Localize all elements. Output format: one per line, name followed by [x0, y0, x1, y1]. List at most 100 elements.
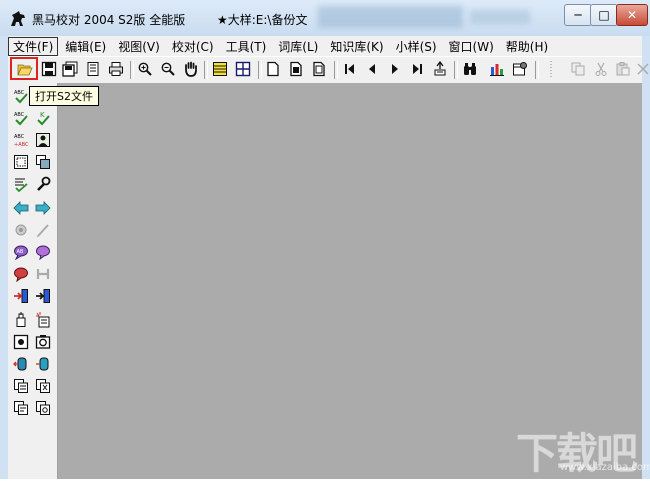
- menu-lexicon[interactable]: 词库(L): [273, 37, 323, 56]
- menu-window[interactable]: 窗口(W): [444, 37, 499, 56]
- menu-knowledge[interactable]: 知识库(K): [325, 37, 388, 56]
- menu-help[interactable]: 帮助(H): [501, 37, 553, 56]
- grip-divider: [542, 60, 560, 78]
- main-toolbar: [8, 56, 649, 84]
- wrench-button[interactable]: [34, 175, 52, 193]
- toolbar-separator: [334, 61, 338, 79]
- compare-button[interactable]: ABC +ABC: [12, 131, 30, 149]
- bottle-button[interactable]: [12, 311, 30, 329]
- cut-button[interactable]: [592, 60, 610, 78]
- zoom-out-button[interactable]: [159, 60, 177, 78]
- k-check-button[interactable]: K: [34, 109, 52, 127]
- copy-button[interactable]: [569, 60, 587, 78]
- zoom-in-icon: [138, 62, 152, 76]
- printer-icon: [109, 62, 123, 76]
- abc-replace-icon: ABC +ABC: [14, 134, 29, 148]
- capture-icon: [35, 335, 51, 349]
- floppy-disk-icon: [41, 61, 57, 77]
- statistics-button[interactable]: [488, 60, 506, 78]
- pan-button[interactable]: [182, 60, 200, 78]
- page-icon: [267, 61, 279, 77]
- page-framed-icon: [290, 61, 302, 77]
- spark-list-button[interactable]: [34, 311, 52, 329]
- pen-button[interactable]: [34, 221, 52, 239]
- delete-button[interactable]: [634, 60, 650, 78]
- svg-text:K: K: [40, 111, 45, 119]
- menu-view[interactable]: 视图(V): [113, 37, 165, 56]
- capture-button[interactable]: [34, 333, 52, 351]
- app-window: 黑马校对 2004 S2版 全能版 ★大样:E:\备份文 ─ □ ✕ 文件(F)…: [0, 0, 650, 479]
- first-page-icon: [345, 64, 354, 74]
- red-bubble-icon: [14, 267, 28, 282]
- box-button[interactable]: [12, 153, 30, 171]
- find-button[interactable]: [461, 60, 479, 78]
- doc-copy-button[interactable]: [12, 377, 30, 395]
- window-frame-left: [0, 36, 8, 479]
- zoom-in-button[interactable]: [136, 60, 154, 78]
- proof-toolbar: ABC ABC K ABC +ABC AB: [8, 83, 58, 479]
- page-facing-button[interactable]: [287, 60, 305, 78]
- comment-button[interactable]: AB: [12, 243, 30, 261]
- checkmark-button[interactable]: ABC: [12, 109, 30, 127]
- save-button[interactable]: [40, 60, 58, 78]
- spellcheck-button[interactable]: ABC: [12, 87, 30, 105]
- next-page-button[interactable]: [386, 60, 404, 78]
- goto-page-button[interactable]: [431, 60, 449, 78]
- person-button[interactable]: [34, 131, 52, 149]
- x-delete-icon: [637, 63, 649, 75]
- tile-view-button[interactable]: [234, 60, 252, 78]
- next-error-button[interactable]: [34, 199, 52, 217]
- list-check-button[interactable]: [12, 175, 30, 193]
- minimize-button[interactable]: ─: [564, 4, 592, 26]
- cylinder-right-button[interactable]: [34, 355, 52, 373]
- menu-tools[interactable]: 工具(T): [221, 37, 272, 56]
- window-frame-right: [642, 36, 650, 479]
- column-view-button[interactable]: [211, 60, 229, 78]
- menu-proofsheet[interactable]: 小样(S): [391, 37, 442, 56]
- camera-button[interactable]: [12, 333, 30, 351]
- scissors-icon: [595, 62, 607, 76]
- menu-proof[interactable]: 校对(C): [167, 37, 219, 56]
- save-all-button[interactable]: [61, 60, 79, 78]
- eye-button[interactable]: [12, 221, 30, 239]
- cylinder-icon: [36, 357, 49, 371]
- window-pair-button[interactable]: [34, 153, 52, 171]
- spark-list-icon: [36, 312, 50, 328]
- comment-alt-button[interactable]: [34, 243, 52, 261]
- doc-merge-button[interactable]: [34, 377, 52, 395]
- menu-file[interactable]: 文件(F): [8, 36, 59, 56]
- note-button[interactable]: [12, 265, 30, 283]
- paste-button[interactable]: [614, 60, 632, 78]
- print-button[interactable]: [107, 60, 125, 78]
- settings-window-icon: [513, 62, 527, 76]
- copy-icon: [571, 62, 585, 76]
- doc-stack-icon: [36, 379, 50, 393]
- insert-right-button[interactable]: [34, 287, 52, 305]
- abc-check-icon: ABC: [14, 90, 28, 104]
- h-button[interactable]: [34, 265, 52, 283]
- close-button[interactable]: ✕: [616, 4, 648, 26]
- settings-button[interactable]: [511, 60, 529, 78]
- prev-error-button[interactable]: [12, 199, 30, 217]
- title-bar[interactable]: 黑马校对 2004 S2版 全能版 ★大样:E:\备份文 ─ □ ✕: [0, 0, 650, 36]
- svg-text:ABC: ABC: [14, 90, 25, 96]
- insert-arrow-icon: [36, 289, 50, 303]
- page-list-button[interactable]: [84, 60, 102, 78]
- page-single-button[interactable]: [264, 60, 282, 78]
- blurred-region: [318, 6, 463, 28]
- cylinder-left-button[interactable]: [12, 355, 30, 373]
- first-page-button[interactable]: [341, 60, 359, 78]
- wrench-icon: [37, 176, 51, 191]
- page-spread-button[interactable]: [310, 60, 328, 78]
- prev-page-button[interactable]: [363, 60, 381, 78]
- last-page-button[interactable]: [408, 60, 426, 78]
- maximize-button[interactable]: □: [590, 4, 618, 26]
- doc-export-button[interactable]: [12, 399, 30, 417]
- insert-left-button[interactable]: [12, 287, 30, 305]
- doc-import-button[interactable]: [34, 399, 52, 417]
- menu-edit[interactable]: 编辑(E): [60, 37, 111, 56]
- toolbar-separator: [454, 61, 458, 79]
- toolbar-separator: [535, 61, 539, 79]
- document-path: ★大样:E:\备份文: [217, 13, 308, 27]
- k-check-icon: K: [37, 111, 50, 126]
